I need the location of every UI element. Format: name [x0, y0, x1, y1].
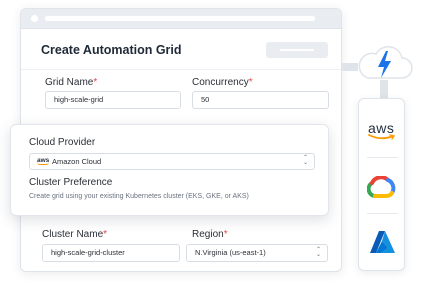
- cloud-provider-label: Cloud Provider: [29, 137, 96, 148]
- google-cloud-icon[interactable]: [366, 175, 397, 203]
- grid-name-input[interactable]: high-scale-grid: [45, 91, 181, 109]
- window-control-dot[interactable]: [31, 15, 38, 22]
- cloud-provider-select[interactable]: aws Amazon Cloud ⌃ ⌄: [29, 153, 315, 170]
- concurrency-input[interactable]: 50: [192, 91, 329, 109]
- aws-mini-icon: aws: [37, 157, 50, 165]
- cluster-name-label: Cluster Name*: [42, 229, 108, 240]
- window-header: Create Automation Grid: [21, 30, 341, 70]
- azure-icon[interactable]: [369, 230, 396, 259]
- cluster-preference-label: Cluster Preference: [29, 177, 113, 188]
- cloud-provider-card: Cloud Provider aws Amazon Cloud ⌃ ⌄ Clust…: [10, 124, 329, 216]
- cloud-provider-value: Amazon Cloud: [52, 157, 102, 166]
- cluster-name-input[interactable]: high-scale-grid-cluster: [42, 244, 180, 262]
- cloud-lightning-icon: [354, 42, 414, 84]
- window-titlebar: [21, 9, 341, 29]
- divider: [367, 157, 398, 158]
- cluster-preference-description: Create grid using your existing Kubernet…: [29, 193, 249, 200]
- concurrency-label: Concurrency*: [192, 77, 253, 88]
- chevron-up-down-icon: ⌃ ⌄: [302, 155, 308, 166]
- page-title: Create Automation Grid: [41, 43, 182, 57]
- chevron-up-down-icon: ⌃ ⌄: [315, 247, 321, 258]
- grid-name-label: Grid Name*: [45, 77, 98, 88]
- region-value: N.Virginia (us-east-1): [195, 248, 266, 257]
- header-action-button[interactable]: [266, 42, 328, 58]
- aws-logo-icon[interactable]: aws: [368, 121, 396, 141]
- region-label: Region*: [192, 229, 228, 240]
- cloud-provider-list: aws: [358, 98, 405, 271]
- region-select[interactable]: N.Virginia (us-east-1) ⌃ ⌄: [186, 244, 328, 262]
- address-bar: [45, 16, 315, 21]
- divider: [367, 213, 398, 214]
